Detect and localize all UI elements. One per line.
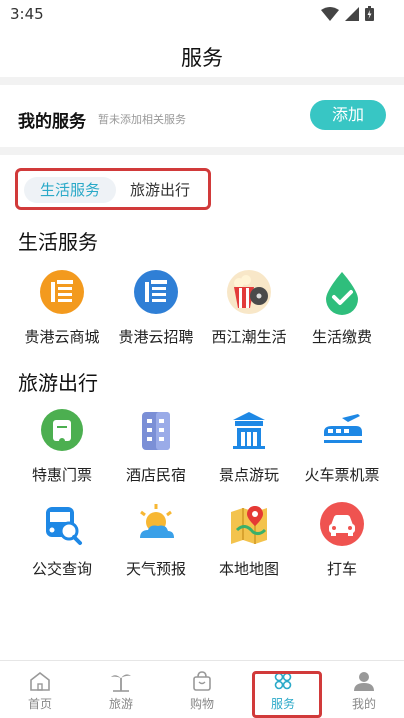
travel-item-bus[interactable]: 公交查询 xyxy=(14,500,110,579)
add-service-button[interactable]: 添加 xyxy=(310,100,386,130)
travel-item-name: 火车票机票 xyxy=(304,466,380,484)
travel-item-attractions[interactable]: 景点游玩 xyxy=(201,406,297,485)
status-icons xyxy=(321,6,374,21)
travel-item-weather[interactable]: 天气预报 xyxy=(108,500,204,579)
taxi-icon xyxy=(320,502,364,546)
palm-tree-icon xyxy=(111,674,131,692)
tab-life-services[interactable]: 生活服务 xyxy=(24,177,116,203)
travel-item-train-plane[interactable]: 火车票机票 xyxy=(294,406,390,485)
travel-item-name: 特惠门票 xyxy=(31,466,92,484)
nav-home-label: 首页 xyxy=(27,697,52,711)
divider-top xyxy=(0,77,404,85)
map-icon xyxy=(231,506,267,544)
my-services-label: 我的服务 xyxy=(18,112,86,132)
service-item-xijiang[interactable]: 西江潮生活 xyxy=(201,268,297,347)
shopping-bag-icon xyxy=(193,671,211,691)
popcorn-film-icon xyxy=(227,270,271,314)
travel-item-hotel[interactable]: 酒店民宿 xyxy=(108,406,204,485)
guigang-recruit-icon xyxy=(134,270,178,314)
service-item-name: 西江潮生活 xyxy=(211,328,287,346)
weather-icon xyxy=(140,504,174,538)
tab-travel[interactable]: 旅游出行 xyxy=(130,177,190,203)
ticket-icon xyxy=(41,409,83,451)
travel-item-map[interactable]: 本地地图 xyxy=(201,500,297,579)
category-tabs: 生活服务 旅游出行 xyxy=(15,168,211,210)
service-item-mall[interactable]: 贵港云商城 xyxy=(14,268,110,347)
page-title: 服务 xyxy=(181,46,223,70)
service-item-payment[interactable]: 生活缴费 xyxy=(294,268,390,347)
travel-item-name: 酒店民宿 xyxy=(125,466,186,484)
life-section-title: 生活服务 xyxy=(18,230,98,254)
nav-shopping-label: 购物 xyxy=(189,697,214,711)
hotel-icon xyxy=(142,412,170,450)
signal-icon xyxy=(345,6,359,21)
nav-travel[interactable]: 旅游 xyxy=(91,669,151,712)
my-services-panel: 我的服务 暂未添加相关服务 添加 xyxy=(0,85,404,147)
bus-search-icon xyxy=(46,507,82,545)
travel-item-name: 景点游玩 xyxy=(218,466,279,484)
my-services-hint: 暂未添加相关服务 xyxy=(98,113,186,126)
travel-section-title: 旅游出行 xyxy=(18,371,98,395)
nav-home[interactable]: 首页 xyxy=(10,669,70,712)
train-plane-icon xyxy=(324,414,362,443)
guigang-mall-icon xyxy=(40,270,84,314)
user-icon xyxy=(354,672,374,691)
bottom-navigation: 首页 旅游 购物 服务 我的 xyxy=(0,660,404,718)
nav-shopping[interactable]: 购物 xyxy=(172,669,232,712)
payment-drop-icon xyxy=(326,272,358,315)
travel-item-name: 打车 xyxy=(326,560,357,578)
service-item-name: 贵港云商城 xyxy=(24,328,100,346)
travel-item-name: 天气预报 xyxy=(125,560,186,578)
status-time: 3:45 xyxy=(10,5,44,23)
service-item-name: 生活缴费 xyxy=(311,328,372,346)
attraction-icon xyxy=(233,412,265,449)
travel-item-name: 公交查询 xyxy=(31,560,92,578)
service-item-name: 贵港云招聘 xyxy=(118,328,194,346)
wifi-icon xyxy=(321,6,339,21)
travel-item-tickets[interactable]: 特惠门票 xyxy=(14,406,110,485)
nav-travel-label: 旅游 xyxy=(108,697,133,711)
divider-middle xyxy=(0,147,404,155)
nav-services-highlight xyxy=(252,671,322,718)
nav-mine-label: 我的 xyxy=(351,697,376,711)
battery-icon xyxy=(365,6,374,21)
nav-mine[interactable]: 我的 xyxy=(334,669,394,712)
travel-item-taxi[interactable]: 打车 xyxy=(294,500,390,579)
service-item-recruit[interactable]: 贵港云招聘 xyxy=(108,268,204,347)
status-bar: 3:45 xyxy=(0,0,404,28)
home-icon xyxy=(30,671,50,691)
travel-item-name: 本地地图 xyxy=(218,560,279,578)
